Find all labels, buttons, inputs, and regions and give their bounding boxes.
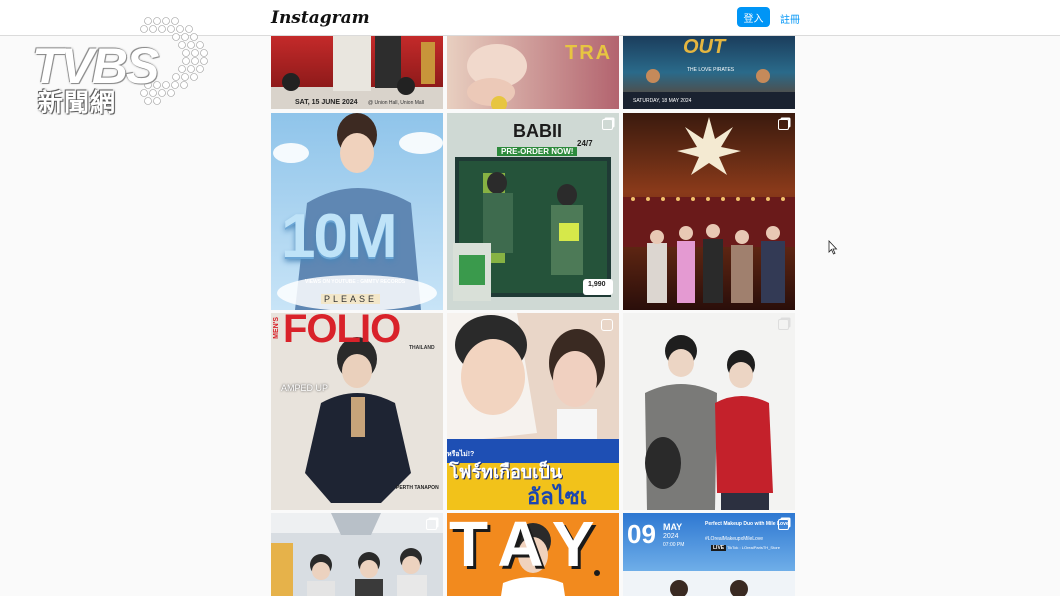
tvbs-watermark: TVBS 新聞網 (26, 15, 212, 117)
post-tile[interactable] (271, 513, 443, 596)
multi-post-icon (778, 119, 789, 130)
post-please: PLEASE (321, 294, 381, 304)
post-venue: @ Union Hall, Union Mall (368, 100, 424, 106)
cover-name: PERTH TANAPON (396, 485, 439, 491)
event-title: Perfect Makeup Duo with Mile Love (705, 521, 789, 527)
reel-icon (601, 319, 613, 331)
event-time: 07:00 PM (663, 542, 685, 548)
post-big-text: TAY (449, 513, 609, 580)
signup-link[interactable]: 註冊 (780, 11, 800, 26)
instagram-logo[interactable]: Instagram (271, 8, 370, 28)
event-day: 09 (627, 519, 656, 549)
post-thumbnail (645, 335, 773, 510)
magazine-title: FOLIO (283, 313, 401, 351)
post-tile[interactable]: BABII 24/7 PRE-ORDER NOW! 1,990 (447, 113, 619, 310)
tvbs-subtitle: 新聞網 (38, 88, 117, 117)
post-tile[interactable]: 09 MAY 2024 07:00 PM Perfect Makeup Duo … (623, 513, 795, 596)
login-button[interactable]: 登入 (737, 7, 770, 27)
multi-post-icon (602, 119, 613, 130)
post-thumbnail (271, 513, 443, 596)
event-channel: TikTok : LOrealParisTH_Store (727, 545, 780, 550)
mouse-cursor-icon (828, 240, 838, 255)
post-subtitle: 24/7 (577, 139, 593, 148)
post-tile[interactable] (623, 313, 795, 510)
post-title: BABII (513, 121, 562, 141)
post-grid: SAT, 15 JUNE 2024 @ Union Hall, Union Ma… (271, 36, 795, 596)
post-preorder: PRE-ORDER NOW! (497, 147, 578, 156)
post-tile[interactable] (623, 113, 795, 310)
event-tag: #LOrealMakeupxMileLove (705, 536, 764, 542)
event-year: 2024 (663, 533, 679, 540)
post-title: OUT (683, 36, 726, 58)
post-caption: TRA (565, 42, 613, 64)
cover-line: AMPED UP (281, 383, 329, 393)
post-views: VIEWS ON YOUTUBE : GMMTV RECORDS (305, 279, 406, 285)
multi-post-icon (778, 519, 789, 530)
post-tile[interactable]: 10M VIEWS ON YOUTUBE : GMMTV RECORDS PLE… (271, 113, 443, 310)
post-tile[interactable]: TRA (447, 36, 619, 109)
post-big-text: 10M (281, 202, 398, 271)
post-thumbnail (623, 117, 795, 303)
post-caption: SAT, 15 JUNE 2024 (295, 99, 358, 106)
event-month: MAY (663, 522, 683, 532)
multi-post-icon (426, 519, 437, 530)
post-date: SATURDAY, 18 MAY 2024 (633, 98, 692, 104)
post-tile[interactable]: หรือไม่!? โฟร์ทเกือบเป็น อัลไซเ (447, 313, 619, 510)
post-caption: THE LOVE PIRATES (687, 67, 735, 73)
event-live-badge: LIVE (711, 545, 727, 551)
post-thai-line2: อัลไซเ (527, 484, 588, 509)
post-price: 1,990 (588, 281, 606, 288)
magazine-prefix: MEN'S (273, 317, 280, 339)
post-tile[interactable]: TAY (447, 513, 619, 596)
multi-post-icon (778, 319, 789, 330)
post-tile[interactable]: SAT, 15 JUNE 2024 @ Union Hall, Union Ma… (271, 36, 443, 109)
post-tile[interactable]: OUT THE LOVE PIRATES SATURDAY, 18 MAY 20… (623, 36, 795, 109)
magazine-country: THAILAND (409, 345, 435, 351)
post-tile[interactable]: MEN'S FOLIO THAILAND AMPED UP PERTH TANA… (271, 313, 443, 510)
